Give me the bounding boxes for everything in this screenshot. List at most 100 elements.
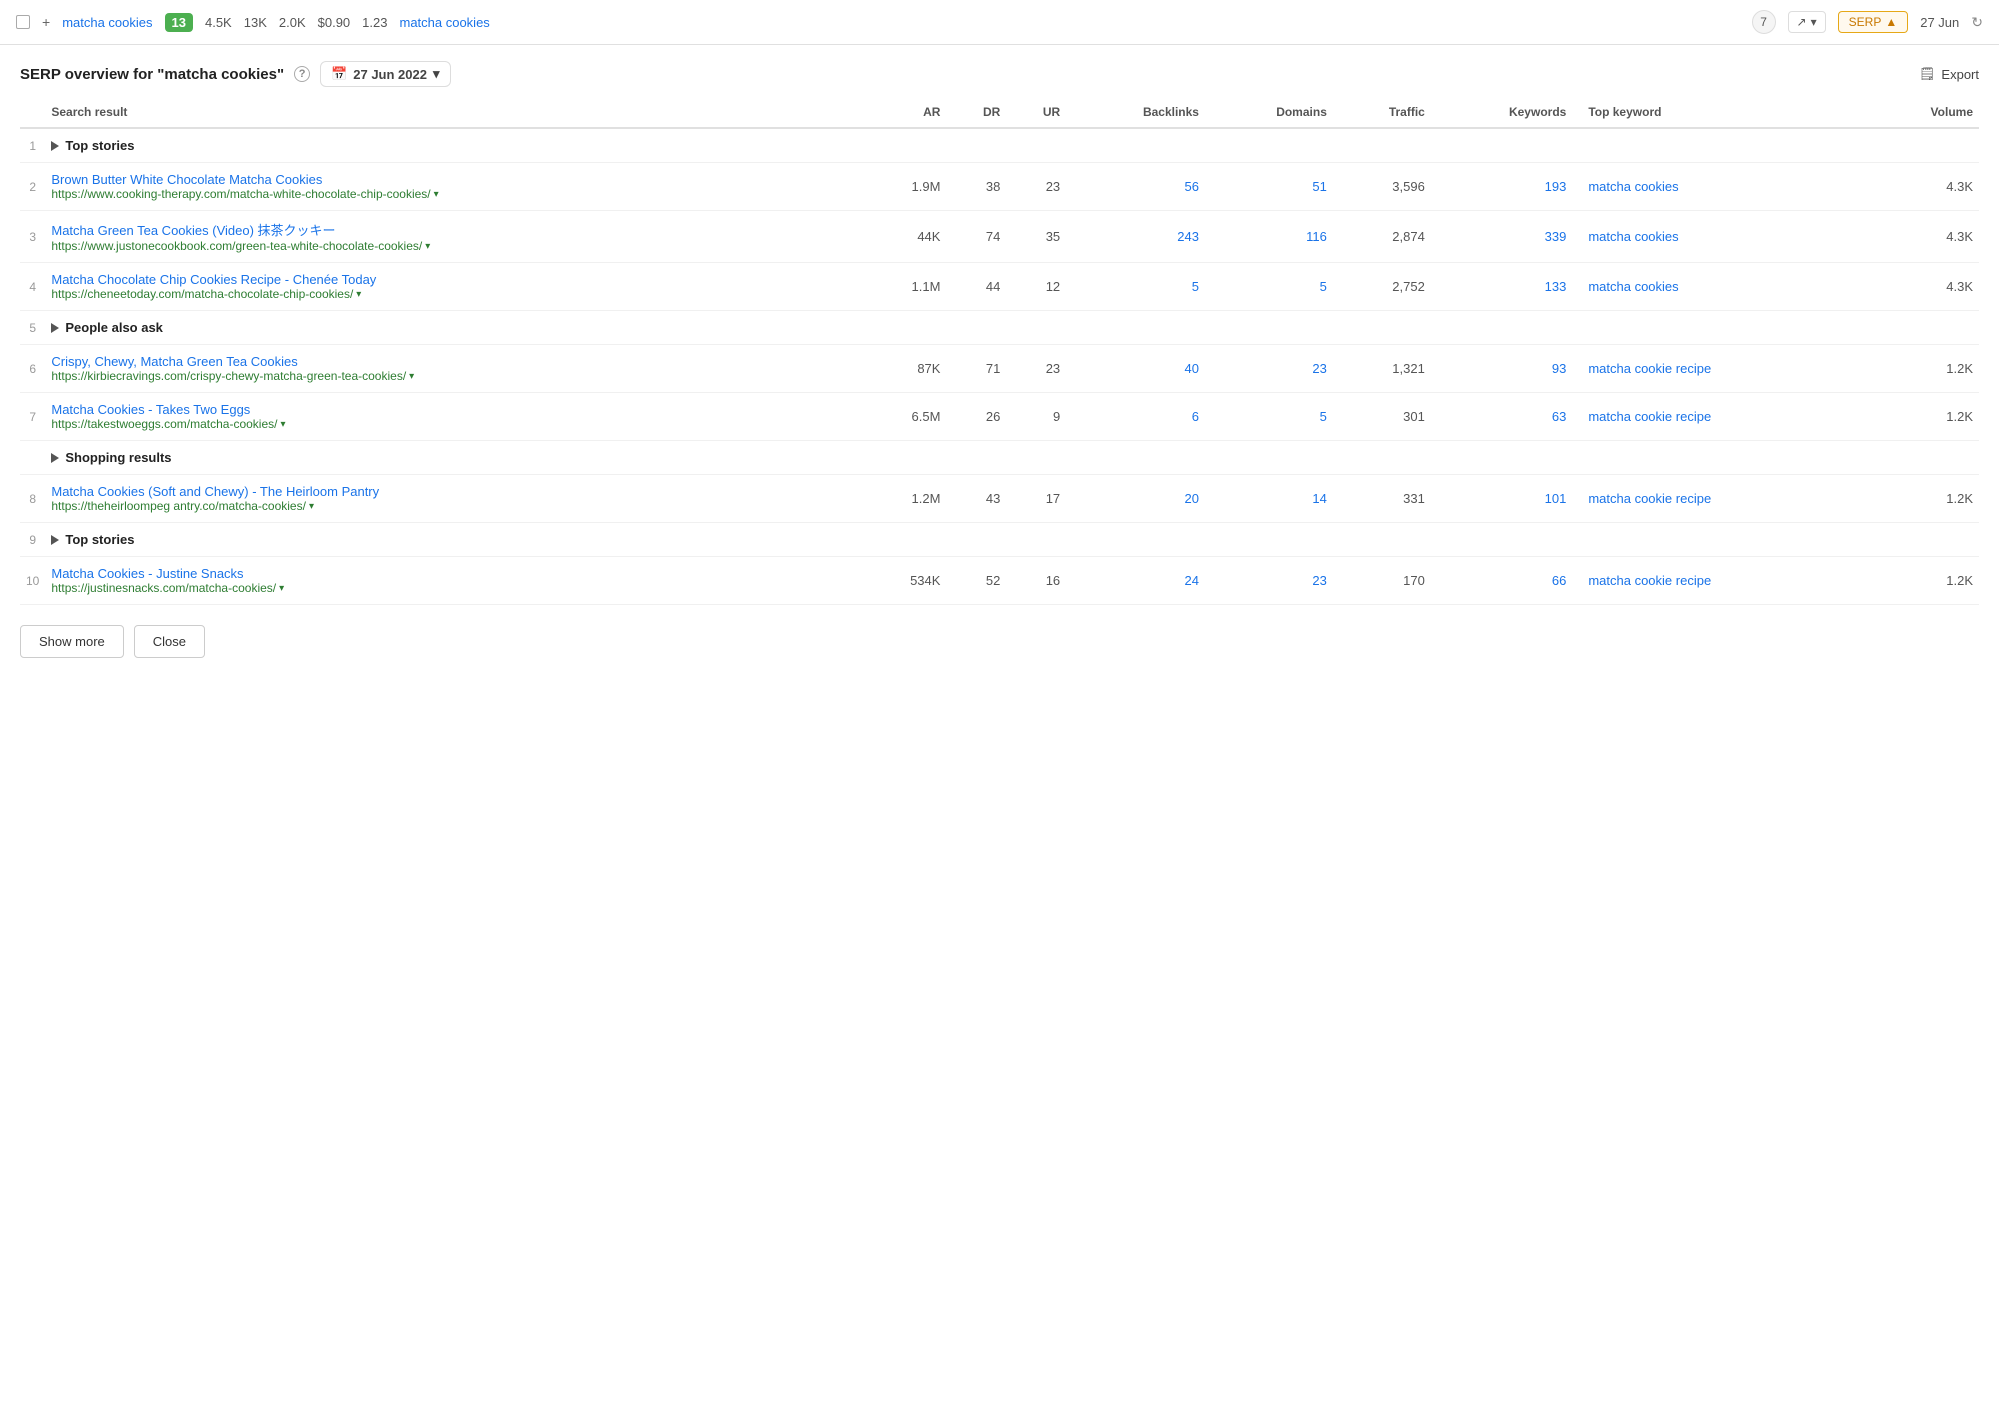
result-title[interactable]: Matcha Chocolate Chip Cookies Recipe - C… xyxy=(51,272,854,287)
backlinks-cell[interactable]: 243 xyxy=(1066,211,1205,263)
show-more-button[interactable]: Show more xyxy=(20,625,124,658)
trend-button[interactable]: ↗ ▾ xyxy=(1788,11,1826,33)
date-selector[interactable]: 📅 27 Jun 2022 ▾ xyxy=(320,61,450,87)
domains-cell[interactable]: 23 xyxy=(1205,557,1333,605)
top-keyword-cell: matcha cookies xyxy=(1572,211,1868,263)
top-keyword-cell: matcha cookies xyxy=(1572,163,1868,211)
traffic-cell: 170 xyxy=(1333,557,1431,605)
keywords-cell[interactable]: 66 xyxy=(1431,557,1573,605)
top-keyword-value[interactable]: matcha cookie recipe xyxy=(1588,573,1711,588)
top-keyword-value[interactable]: matcha cookie recipe xyxy=(1588,361,1711,376)
result-title[interactable]: Crispy, Chewy, Matcha Green Tea Cookies xyxy=(51,354,854,369)
ar-cell: 534K xyxy=(860,557,946,605)
ar-cell: 44K xyxy=(860,211,946,263)
dr-cell: 52 xyxy=(946,557,1006,605)
url-arrow-icon: ▾ xyxy=(309,501,314,512)
dr-cell: 43 xyxy=(946,475,1006,523)
backlinks-cell[interactable]: 5 xyxy=(1066,263,1205,311)
ar-cell: 6.5M xyxy=(860,393,946,441)
table-body: 1 Top stories 2 Brown Butter White Choco… xyxy=(20,128,1979,605)
special-label: Top stories xyxy=(51,532,1973,547)
keywords-cell[interactable]: 101 xyxy=(1431,475,1573,523)
domains-cell[interactable]: 14 xyxy=(1205,475,1333,523)
row-num: 6 xyxy=(20,345,45,393)
keywords-cell[interactable]: 339 xyxy=(1431,211,1573,263)
top-keyword-value[interactable]: matcha cookie recipe xyxy=(1588,409,1711,424)
result-url[interactable]: https://www.cooking-therapy.com/matcha-w… xyxy=(51,187,854,201)
help-icon[interactable]: ? xyxy=(294,66,310,82)
url-arrow-icon: ▾ xyxy=(280,419,285,430)
keywords-cell[interactable]: 63 xyxy=(1431,393,1573,441)
url-arrow-icon: ▾ xyxy=(425,241,430,252)
page-header: SERP overview for "matcha cookies" ? 📅 2… xyxy=(0,45,1999,97)
backlinks-cell[interactable]: 40 xyxy=(1066,345,1205,393)
special-label-cell: Top stories xyxy=(45,128,1979,163)
stat-5: 1.23 xyxy=(362,15,387,30)
result-title[interactable]: Matcha Cookies (Soft and Chewy) - The He… xyxy=(51,484,854,499)
date-selector-label: 27 Jun 2022 xyxy=(353,67,427,82)
triangle-icon xyxy=(51,453,59,463)
keywords-cell[interactable]: 193 xyxy=(1431,163,1573,211)
table-row: 8 Matcha Cookies (Soft and Chewy) - The … xyxy=(20,475,1979,523)
volume-cell: 1.2K xyxy=(1868,475,1979,523)
volume-cell: 4.3K xyxy=(1868,163,1979,211)
top-keyword-value[interactable]: matcha cookie recipe xyxy=(1588,491,1711,506)
result-title[interactable]: Matcha Green Tea Cookies (Video) 抹茶クッキー xyxy=(51,220,854,239)
result-url[interactable]: https://kirbiecravings.com/crispy-chewy-… xyxy=(51,369,854,383)
date-dropdown-icon: ▾ xyxy=(433,66,440,82)
dr-cell: 71 xyxy=(946,345,1006,393)
traffic-cell: 301 xyxy=(1333,393,1431,441)
domains-cell[interactable]: 5 xyxy=(1205,263,1333,311)
export-button[interactable]: 🗒 Export xyxy=(1919,66,1979,82)
domains-cell[interactable]: 51 xyxy=(1205,163,1333,211)
col-domains: Domains xyxy=(1205,97,1333,128)
result-url[interactable]: https://justinesnacks.com/matcha-cookies… xyxy=(51,581,854,595)
col-dr: DR xyxy=(946,97,1006,128)
backlinks-cell[interactable]: 56 xyxy=(1066,163,1205,211)
keywords-cell[interactable]: 133 xyxy=(1431,263,1573,311)
result-title[interactable]: Matcha Cookies - Justine Snacks xyxy=(51,566,854,581)
serp-button[interactable]: SERP ▲ xyxy=(1838,11,1909,33)
serp-arrow-icon: ▲ xyxy=(1885,15,1897,29)
backlinks-cell[interactable]: 20 xyxy=(1066,475,1205,523)
special-row: 5 People also ask xyxy=(20,311,1979,345)
special-label-text: Shopping results xyxy=(65,450,171,465)
special-row: 9 Top stories xyxy=(20,523,1979,557)
ur-cell: 23 xyxy=(1006,163,1066,211)
row-num: 2 xyxy=(20,163,45,211)
result-title[interactable]: Brown Butter White Chocolate Matcha Cook… xyxy=(51,172,854,187)
col-ar: AR xyxy=(860,97,946,128)
result-url[interactable]: https://cheneetoday.com/matcha-chocolate… xyxy=(51,287,854,301)
col-top-keyword: Top keyword xyxy=(1572,97,1868,128)
domains-cell[interactable]: 116 xyxy=(1205,211,1333,263)
plus-icon[interactable]: + xyxy=(42,14,50,30)
close-button[interactable]: Close xyxy=(134,625,205,658)
top-keyword-value[interactable]: matcha cookies xyxy=(1588,179,1678,194)
ur-cell: 16 xyxy=(1006,557,1066,605)
refresh-icon[interactable]: ↻ xyxy=(1971,14,1983,31)
result-title[interactable]: Matcha Cookies - Takes Two Eggs xyxy=(51,402,854,417)
domains-cell[interactable]: 5 xyxy=(1205,393,1333,441)
backlinks-cell[interactable]: 24 xyxy=(1066,557,1205,605)
top-keyword-value[interactable]: matcha cookies xyxy=(1588,229,1678,244)
dr-cell: 74 xyxy=(946,211,1006,263)
result-url[interactable]: https://www.justonecookbook.com/green-te… xyxy=(51,239,854,253)
url-arrow-icon: ▾ xyxy=(279,583,284,594)
table-row: 4 Matcha Chocolate Chip Cookies Recipe -… xyxy=(20,263,1979,311)
top-bar-keyword: matcha cookies xyxy=(62,15,152,30)
domains-cell[interactable]: 23 xyxy=(1205,345,1333,393)
row-checkbox[interactable] xyxy=(16,15,30,29)
top-keyword-value[interactable]: matcha cookies xyxy=(1588,279,1678,294)
trend-icon: ↗ xyxy=(1797,15,1807,29)
keywords-cell[interactable]: 93 xyxy=(1431,345,1573,393)
result-url[interactable]: https://takestwoeggs.com/matcha-cookies/… xyxy=(51,417,854,431)
triangle-icon xyxy=(51,141,59,151)
table-row: 10 Matcha Cookies - Justine Snacks https… xyxy=(20,557,1979,605)
row-num: 7 xyxy=(20,393,45,441)
result-url[interactable]: https://theheirloompeg antry.co/matcha-c… xyxy=(51,499,854,513)
result-cell: Matcha Green Tea Cookies (Video) 抹茶クッキー … xyxy=(45,211,860,263)
ur-cell: 12 xyxy=(1006,263,1066,311)
backlinks-cell[interactable]: 6 xyxy=(1066,393,1205,441)
special-label-cell: People also ask xyxy=(45,311,1979,345)
special-row: 1 Top stories xyxy=(20,128,1979,163)
